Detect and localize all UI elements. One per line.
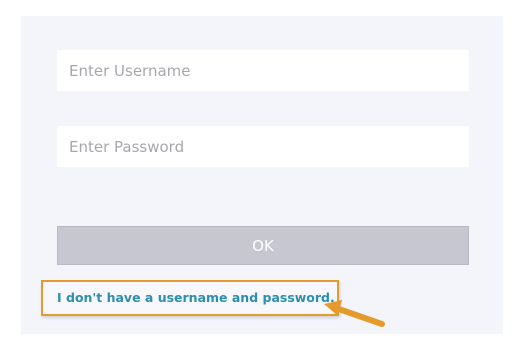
ok-button[interactable]: OK xyxy=(57,226,469,265)
arrow-pointer-icon xyxy=(324,300,385,327)
login-page: OK I don't have a username and password. xyxy=(0,0,513,352)
no-credentials-link[interactable]: I don't have a username and password. xyxy=(57,290,335,305)
help-link-highlight: I don't have a username and password. xyxy=(41,280,339,316)
username-input[interactable] xyxy=(57,50,469,91)
password-input[interactable] xyxy=(57,126,469,167)
